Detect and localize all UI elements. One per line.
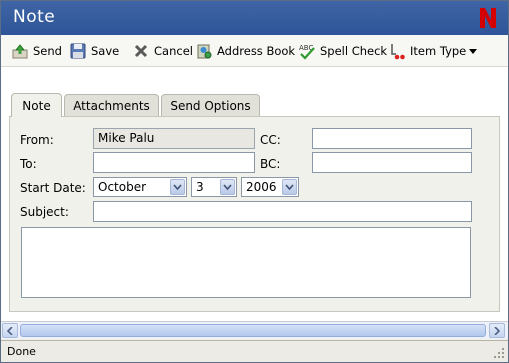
day-dropdown-arrow-icon — [220, 179, 235, 195]
status-text: Done — [7, 345, 36, 358]
cancel-button[interactable]: Cancel — [132, 41, 193, 61]
cancel-label: Cancel — [154, 44, 193, 58]
item-type-label: Item Type — [410, 44, 467, 58]
scroll-left-button[interactable] — [2, 323, 18, 338]
start-date-label: Start Date: — [20, 181, 86, 195]
bc-label: BC: — [260, 157, 281, 171]
month-value: October — [98, 180, 147, 194]
spell-check-label: Spell Check — [320, 44, 388, 58]
address-book-button[interactable]: Address Book — [195, 41, 295, 61]
spell-check-icon: ABC — [299, 44, 315, 60]
tab-note-label: Note — [22, 98, 51, 113]
month-select[interactable]: October — [93, 177, 187, 197]
from-label: From: — [20, 133, 54, 147]
send-label: Send — [33, 44, 62, 58]
cc-field[interactable] — [312, 128, 472, 149]
year-value: 2006 — [246, 180, 277, 194]
title-bar: Note — [1, 1, 508, 35]
resize-grip-icon[interactable] — [494, 348, 505, 359]
scroll-right-button[interactable] — [489, 323, 505, 338]
year-dropdown-arrow-icon — [282, 179, 297, 195]
item-type-dropdown[interactable]: Item Type — [388, 41, 478, 61]
month-dropdown-arrow-icon — [170, 179, 185, 195]
tab-attachments-label: Attachments — [73, 98, 150, 113]
tab-send-options[interactable]: Send Options — [161, 94, 260, 116]
subject-label: Subject: — [20, 205, 69, 219]
tab-attachments[interactable]: Attachments — [64, 94, 159, 116]
send-button[interactable]: Send — [11, 41, 62, 61]
message-body-textarea[interactable] — [21, 227, 471, 298]
floppy-disk-icon — [70, 43, 86, 59]
cc-label: CC: — [260, 133, 281, 147]
scroll-thumb[interactable] — [20, 324, 486, 337]
toolbar: Send Save Cancel Address Book ABC Spell … — [1, 35, 508, 67]
to-label: To: — [20, 157, 37, 171]
tab-note[interactable]: Note — [11, 93, 62, 117]
day-select[interactable]: 3 — [191, 177, 237, 197]
save-label: Save — [91, 44, 120, 58]
arrow-right-icon — [494, 326, 500, 335]
tab-send-options-label: Send Options — [170, 98, 251, 113]
to-field[interactable] — [93, 152, 255, 173]
year-select[interactable]: 2006 — [241, 177, 299, 197]
spell-check-button[interactable]: ABC Spell Check — [298, 41, 387, 61]
status-bar: Done — [1, 340, 508, 362]
caret-down-icon — [469, 49, 478, 54]
day-value: 3 — [196, 180, 204, 194]
horizontal-scrollbar[interactable] — [1, 321, 508, 339]
item-type-icon — [391, 44, 405, 60]
address-book-label: Address Book — [217, 44, 296, 58]
cancel-x-icon — [134, 44, 148, 58]
subject-field[interactable] — [93, 201, 472, 222]
arrow-left-icon — [7, 326, 13, 335]
save-button[interactable]: Save — [69, 41, 119, 61]
bc-field[interactable] — [312, 152, 472, 173]
send-icon — [12, 44, 28, 59]
note-content: Note Attachments Send Options From: Mike… — [1, 67, 508, 321]
window-title: Note — [13, 7, 56, 27]
note-window: Note Send Save Cancel Address Book ABC S… — [0, 0, 509, 363]
note-tab-panel: From: Mike Palu CC: To: BC: Start Date: … — [9, 116, 500, 312]
address-book-icon — [197, 44, 212, 59]
from-field: Mike Palu — [93, 128, 255, 149]
novell-logo-icon — [480, 8, 496, 28]
